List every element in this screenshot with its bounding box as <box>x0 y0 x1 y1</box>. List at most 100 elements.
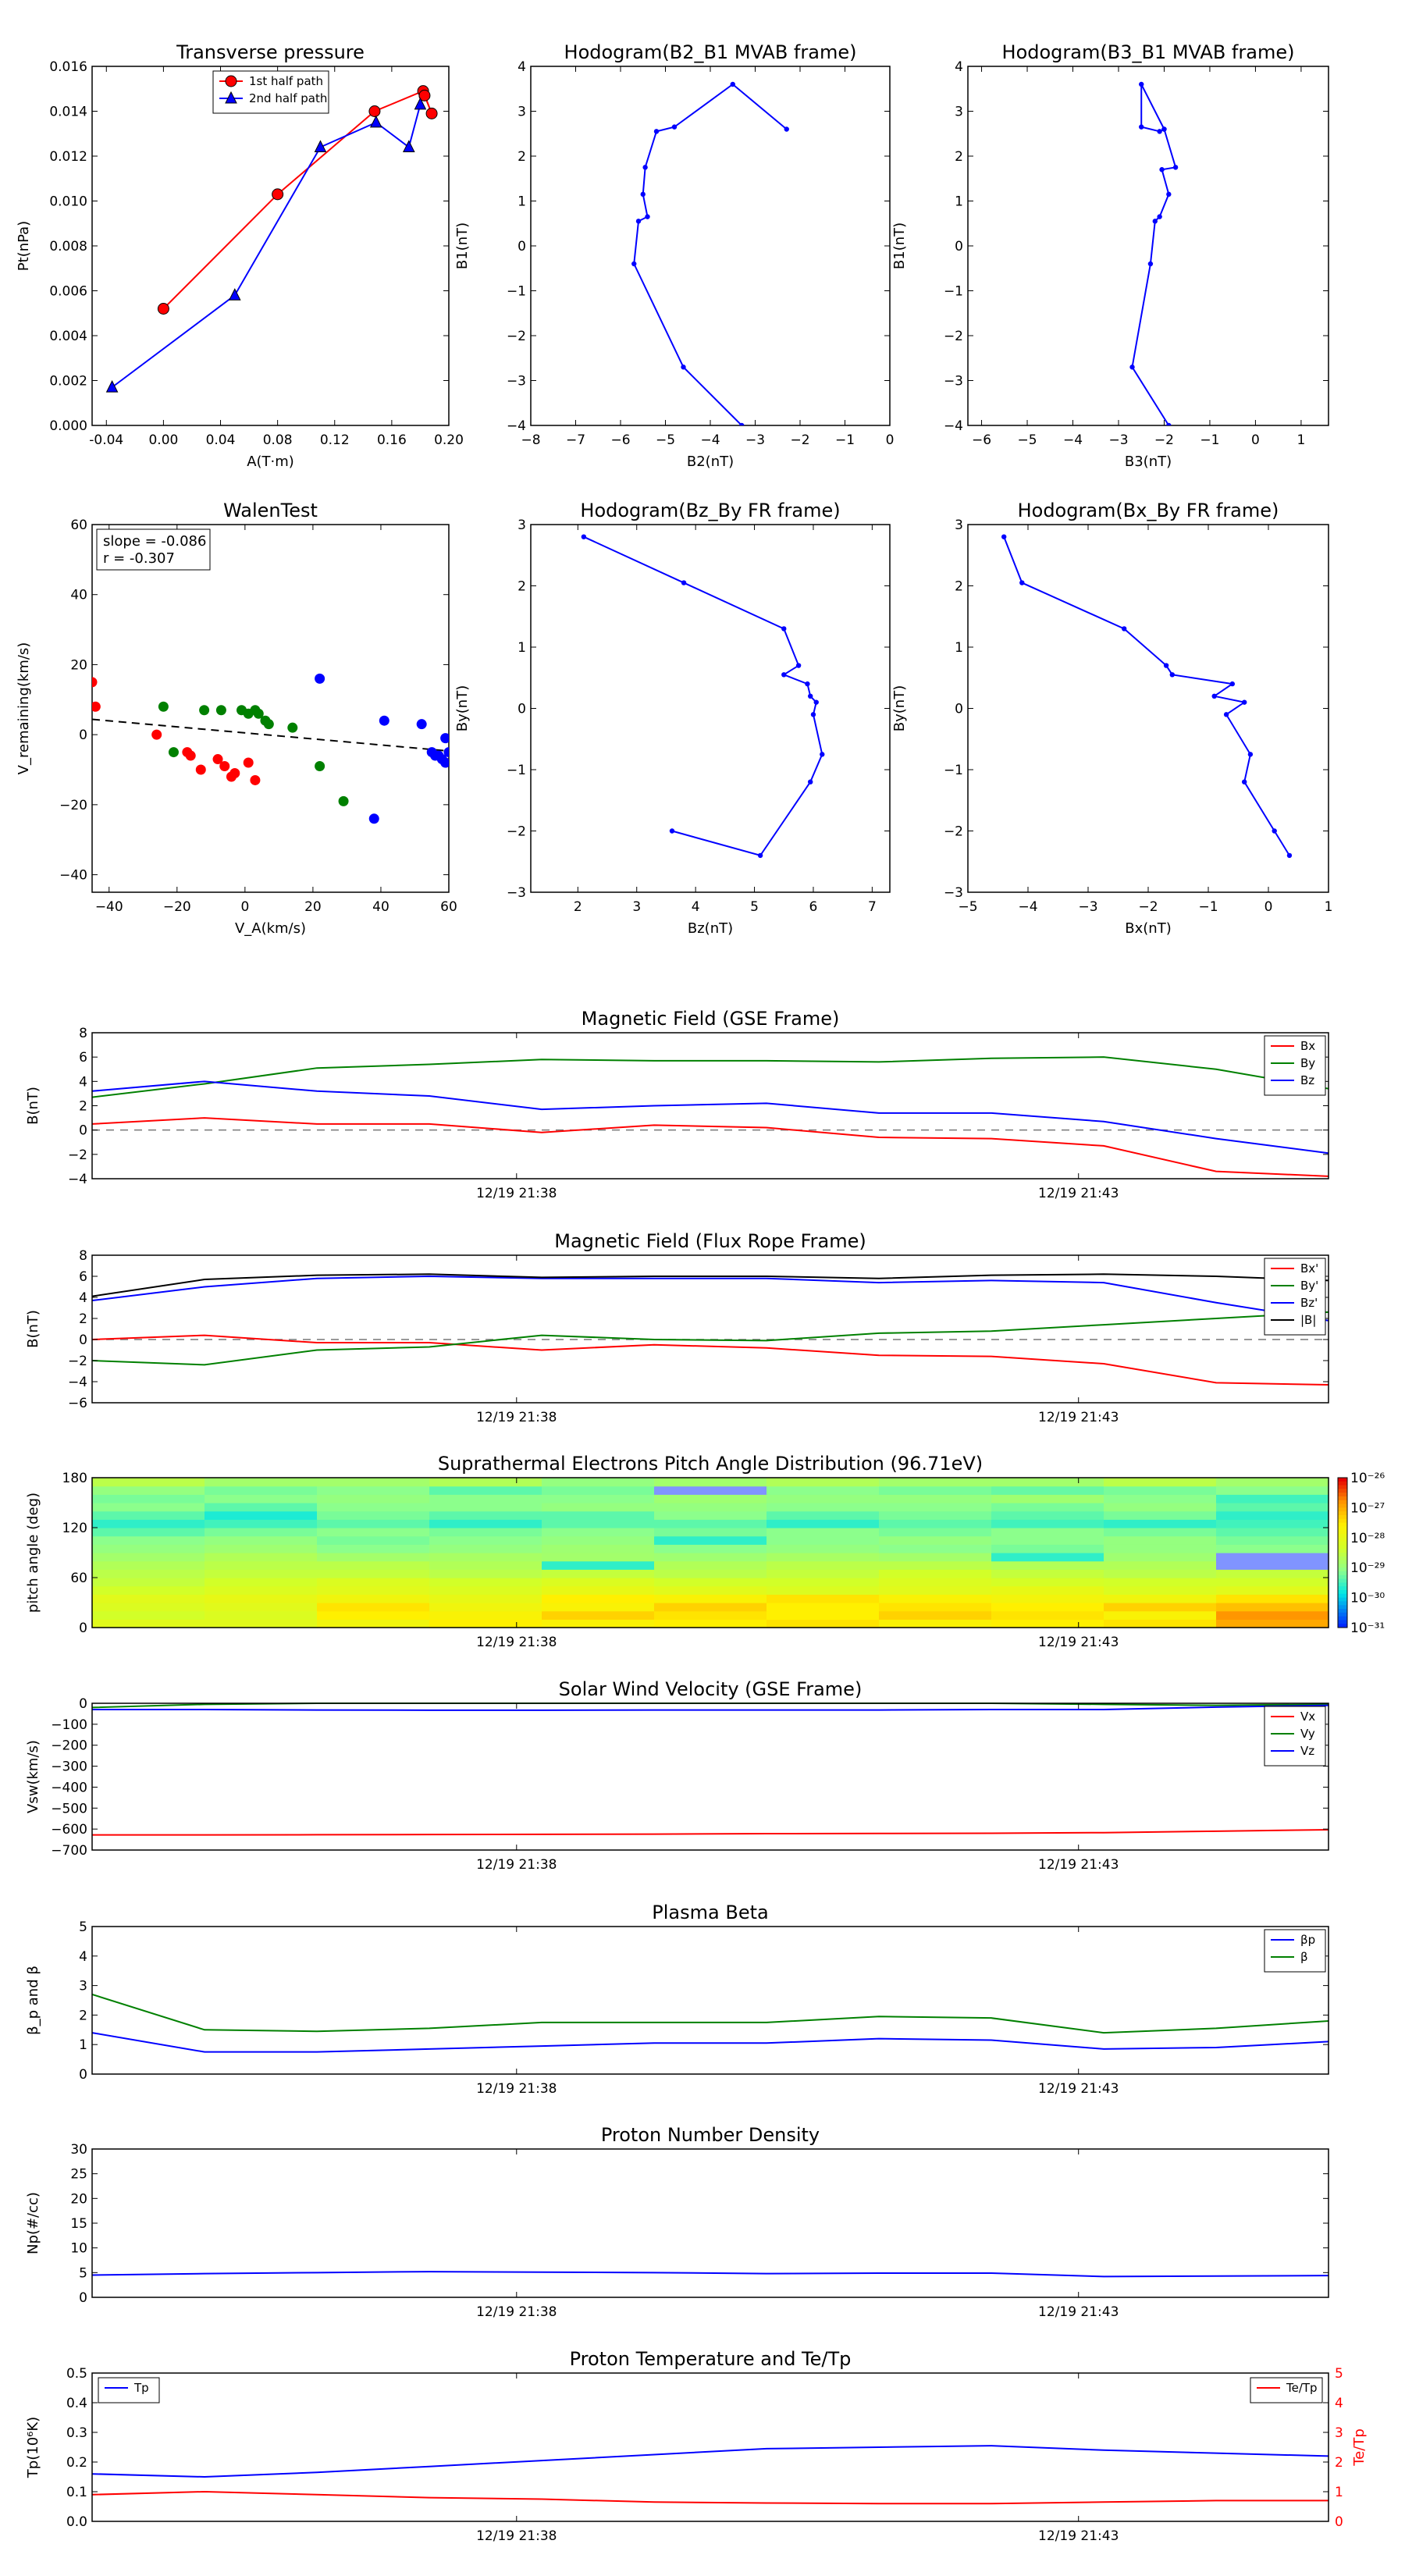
pitch_angle-cell <box>879 1485 992 1495</box>
pitch_angle-cell <box>1216 1569 1329 1578</box>
pitch_angle-cell <box>991 1603 1104 1612</box>
pitch_angle-cell <box>1104 1535 1217 1545</box>
pitch_angle-cell <box>205 1553 318 1562</box>
hodogram_bx_by-plot-area <box>1001 534 1293 859</box>
hodogram_bz_by-series-1-point <box>820 752 825 757</box>
magnetic_field_fr-chart: Magnetic Field (Flux Rope Frame) −6 −4 −2 0 2… <box>25 1230 1329 1425</box>
pitch_angle-cell <box>879 1519 992 1528</box>
walen_test-series-2-point <box>263 719 274 730</box>
pitch_angle-cell <box>991 1503 1104 1512</box>
pitch_angle-colorbar-step <box>1338 1578 1347 1583</box>
pitch_angle-cell <box>991 1485 1104 1495</box>
pitch_angle-colorbar-step <box>1338 1496 1347 1501</box>
hodogram_bz_by-xtick-label: 4 <box>692 899 700 915</box>
magnetic_field_gse-ytick-label: 2 <box>79 1099 87 1115</box>
pitch_angle-colorbar-step <box>1338 1564 1347 1568</box>
pitch_angle-colorbar-step <box>1338 1567 1347 1572</box>
hodogram_bx_by-title: Hodogram(Bx_By FR frame) <box>1018 500 1279 521</box>
hodogram_b3_b1-series-1-point <box>1152 219 1158 224</box>
transverse_pressure-title: Transverse pressure <box>176 41 365 63</box>
pitch_angle-cell <box>317 1610 430 1620</box>
proton_density-time-tick-label: 12/19 21:38 <box>476 2304 557 2320</box>
hodogram_b2_b1-ytick-label: 2 <box>518 149 526 165</box>
hodogram_bz_by-series-1-point <box>781 672 787 678</box>
hodogram_b2_b1-ytick-label: −4 <box>507 418 526 434</box>
magnetic_field_gse-time-tick-label: 12/19 21:43 <box>1038 1186 1119 1201</box>
pitch_angle-cell <box>654 1553 767 1562</box>
pitch_angle-cell <box>205 1478 318 1487</box>
walen_test-axes-frame <box>91 524 450 893</box>
hodogram_b2_b1-ylabel: B1(nT) <box>454 222 471 269</box>
pitch_angle-cell <box>654 1544 767 1553</box>
pitch_angle-cell <box>317 1560 430 1570</box>
pitch_angle-cell <box>879 1569 992 1578</box>
walen_test-series-3-point <box>443 747 449 758</box>
magnetic_field_fr-ytick-label: 6 <box>79 1269 87 1285</box>
pitch_angle-cell <box>317 1494 430 1503</box>
sw_velocity-legend-label: Vz <box>1300 1744 1314 1758</box>
transverse_pressure-xtick-label: -0.04 <box>89 432 123 448</box>
pitch_angle-cell <box>1104 1603 1217 1612</box>
proton_temperature-ylabel-right: Te/Tp <box>1351 2428 1368 2467</box>
pitch_angle-cell <box>654 1560 767 1570</box>
walen_test-series-2-point <box>287 722 298 733</box>
walen_test-ytick-label: 20 <box>70 657 87 673</box>
magnetic_field_fr-title: Magnetic Field (Flux Rope Frame) <box>554 1230 866 1252</box>
pitch_angle-cell <box>205 1610 318 1620</box>
pitch_angle-colorbar-step <box>1338 1553 1347 1557</box>
hodogram_bz_by-title: Hodogram(Bz_By FR frame) <box>580 500 840 521</box>
pitch_angle-cell <box>92 1619 205 1628</box>
pitch_angle-cell <box>1216 1510 1329 1520</box>
pitch_angle-cell <box>92 1585 205 1595</box>
pitch_angle-cell <box>429 1519 542 1528</box>
proton_density-ytick-label: 0 <box>79 2290 87 2306</box>
pitch_angle-cell <box>1216 1503 1329 1512</box>
pitch_angle-cell <box>879 1619 992 1628</box>
pitch_angle-cell <box>429 1528 542 1537</box>
hodogram_b3_b1-series-1-point <box>1172 165 1179 170</box>
plasma_beta-ytick-label: 2 <box>79 2008 87 2023</box>
hodogram_bx_by-xlabel: Bx(nT) <box>1125 920 1171 937</box>
pitch_angle-colorbar-step <box>1338 1485 1347 1489</box>
hodogram_bx_by-series-1-point <box>1242 699 1247 705</box>
pitch_angle-cell <box>317 1594 430 1603</box>
hodogram_bx_by-ytick-label: 2 <box>955 579 963 595</box>
hodogram_bx_by-series-1-point <box>1286 852 1293 859</box>
magnetic_field_fr-legend-label: Bx' <box>1300 1261 1318 1276</box>
pitch_angle-colorbar-step <box>1338 1503 1347 1508</box>
pitch_angle-colorbar-step <box>1338 1612 1347 1617</box>
walen_test-xtick-label: 20 <box>304 899 322 915</box>
hodogram_b3_b1-series-1-point <box>1161 126 1167 132</box>
transverse_pressure-series-2-line <box>111 104 422 388</box>
walen_test-ytick-label: 40 <box>70 588 87 603</box>
pitch_angle-cell <box>1216 1528 1329 1537</box>
sw_velocity-ytick-label: −100 <box>51 1717 87 1733</box>
proton_temperature-ytick-label-right: 0 <box>1335 2514 1343 2530</box>
magnetic_field_fr-ytick-label: −6 <box>68 1396 87 1411</box>
magnetic_field_fr-time-tick-label: 12/19 21:43 <box>1038 1410 1119 1425</box>
pitch_angle-colorbar-step <box>1338 1582 1347 1587</box>
transverse_pressure-ytick-label: 0.002 <box>49 374 87 390</box>
pitch_angle-cell <box>1104 1594 1217 1603</box>
walen_test-xtick-label: −40 <box>95 899 123 915</box>
pitch_angle-cell <box>317 1503 430 1512</box>
hodogram_bx_by-series-1-point <box>1019 580 1025 585</box>
pitch_angle-cell <box>654 1503 767 1512</box>
pitch_angle-cell <box>1104 1569 1217 1578</box>
proton_temperature-ytick-label: 0.1 <box>66 2485 87 2500</box>
pitch_angle-cell <box>767 1478 880 1487</box>
pitch_angle-cell <box>767 1578 880 1587</box>
proton_density-chart: Proton Number Density 0 5 10 15 20 25 30 12/19 2… <box>25 2124 1329 2320</box>
pitch_angle-cell <box>542 1560 655 1570</box>
pitch_angle-cell <box>1216 1603 1329 1612</box>
pitch_angle-cell <box>654 1528 767 1537</box>
pitch_angle-cell <box>205 1603 318 1612</box>
pitch_angle-colorbar-label: 10⁻²⁹ <box>1350 1560 1385 1576</box>
pitch_angle-cell <box>92 1578 205 1587</box>
transverse_pressure-series-1-line <box>162 90 432 310</box>
hodogram_bz_by-xtick-label: 2 <box>574 899 582 915</box>
pitch_angle-colorbar-step <box>1338 1511 1347 1516</box>
hodogram_bz_by-xtick-label: 3 <box>632 899 641 915</box>
pitch_angle-cell <box>205 1619 318 1628</box>
proton_temperature-ytick-label-right: 5 <box>1335 2366 1343 2382</box>
